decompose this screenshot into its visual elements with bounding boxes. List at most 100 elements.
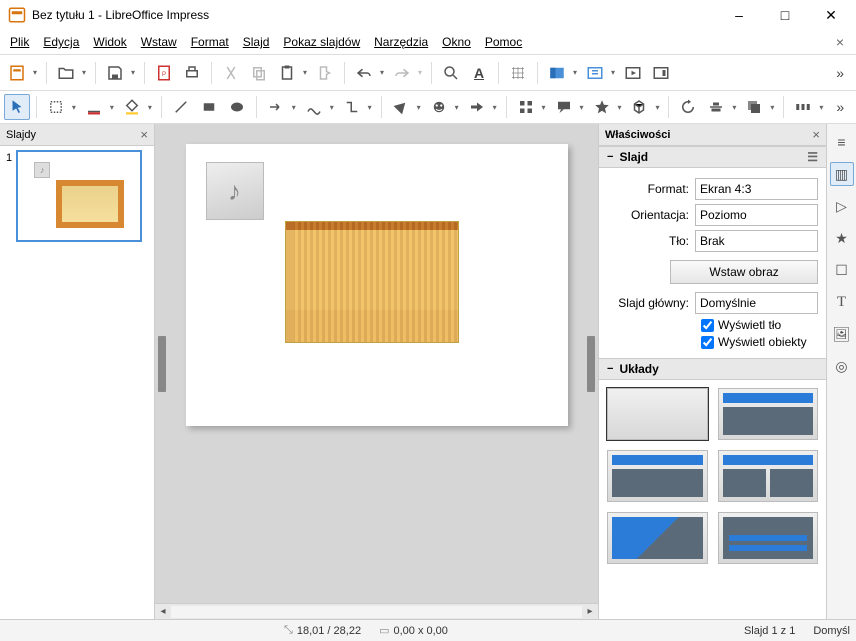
find-button[interactable] (438, 60, 464, 86)
rail-animation-icon[interactable]: ★ (830, 226, 854, 250)
menu-view[interactable]: Widok (87, 33, 132, 51)
menu-edit[interactable]: Edycja (37, 33, 85, 51)
close-button[interactable]: ✕ (808, 0, 854, 30)
format-select[interactable]: Ekran 4:3 (695, 178, 818, 200)
menu-help[interactable]: Pomoc (479, 33, 528, 51)
section-slide-header[interactable]: − Slajd ☰ (599, 146, 826, 168)
start-from-current-button[interactable] (648, 60, 674, 86)
zoom-tool[interactable]: ▾ (43, 94, 79, 120)
section-layouts-header[interactable]: − Układy (599, 358, 826, 380)
distribute-tool[interactable]: ▾ (790, 94, 826, 120)
svg-text:P: P (162, 72, 166, 78)
insert-image-button[interactable]: Wstaw obraz (670, 260, 818, 284)
menu-slideshow[interactable]: Pokaz slajdów (277, 33, 366, 51)
menu-format[interactable]: Format (185, 33, 235, 51)
toolbar-more[interactable]: » (828, 61, 852, 85)
slides-panel-header: Slajdy × (0, 124, 154, 146)
show-objects-checkbox[interactable] (701, 336, 714, 349)
print-button[interactable] (179, 60, 205, 86)
rotate-tool[interactable] (675, 94, 701, 120)
arrange-tool[interactable]: ▾ (741, 94, 777, 120)
callout-tool[interactable]: ▾ (551, 94, 587, 120)
menu-file[interactable]: Plik (4, 33, 35, 51)
layout-blank[interactable] (607, 388, 708, 440)
curve-tool[interactable]: ▾ (301, 94, 337, 120)
layout-centered[interactable] (718, 512, 819, 564)
slide-canvas[interactable]: ♪ (186, 144, 568, 426)
paste-button[interactable]: ▾ (274, 60, 310, 86)
rect-tool[interactable] (196, 94, 222, 120)
properties-panel: Właściwości × − Slajd ☰ Format: Ekran 4:… (598, 124, 826, 619)
scroll-left-arrow[interactable]: ◂ (155, 606, 171, 617)
rail-slide-transition-icon[interactable]: ▷ (830, 194, 854, 218)
rail-navigator-icon[interactable]: ◎ (830, 354, 854, 378)
properties-panel-close[interactable]: × (812, 127, 820, 142)
align-tool[interactable]: ▾ (703, 94, 739, 120)
rail-properties-icon[interactable]: ▥ (830, 162, 854, 186)
scroll-right-arrow[interactable]: ▸ (582, 606, 598, 617)
arrow-tool[interactable]: ▾ (263, 94, 299, 120)
slide-thumbnail[interactable]: ♪ (16, 150, 142, 242)
menu-close-doc[interactable]: × (828, 32, 852, 52)
menu-tools[interactable]: Narzędzia (368, 33, 434, 51)
undo-button[interactable]: ▾ (351, 60, 387, 86)
layout-title-diag[interactable] (607, 512, 708, 564)
layout-title-only[interactable] (607, 450, 708, 502)
gutter-right[interactable] (584, 124, 598, 603)
master-slide-button[interactable]: ▾ (582, 60, 618, 86)
rail-master-icon[interactable]: ☐ (830, 258, 854, 282)
section-menu-icon[interactable]: ☰ (807, 150, 818, 164)
h-scrollbar[interactable]: ◂ ▸ (155, 603, 598, 619)
export-pdf-button[interactable]: P (151, 60, 177, 86)
window-title: Bez tytułu 1 - LibreOffice Impress (32, 8, 716, 22)
statusbar: 18,01 / 28,22 0,00 x 0,00 Slajd 1 z 1 Do… (0, 619, 856, 641)
line-color-button[interactable]: ▾ (81, 94, 117, 120)
start-slideshow-button[interactable] (620, 60, 646, 86)
redo-button[interactable]: ▾ (389, 60, 425, 86)
properties-title: Właściwości (605, 129, 670, 141)
save-button[interactable]: ▾ (102, 60, 138, 86)
symbol-shapes-tool[interactable]: ▾ (426, 94, 462, 120)
line-tool[interactable] (168, 94, 194, 120)
collapse-icon: − (607, 363, 613, 375)
rail-gallery-icon[interactable]: 🖼 (830, 322, 854, 346)
toolbar-drawing-more[interactable]: » (828, 95, 852, 119)
background-select[interactable]: Brak (695, 230, 818, 252)
slides-panel-close[interactable]: × (140, 127, 148, 142)
grid-button[interactable] (505, 60, 531, 86)
open-button[interactable]: ▾ (53, 60, 89, 86)
maximize-button[interactable]: □ (762, 0, 808, 30)
new-button[interactable]: ▾ (4, 60, 40, 86)
copy-button[interactable] (246, 60, 272, 86)
select-tool[interactable] (4, 94, 30, 120)
display-views-button[interactable]: ▾ (544, 60, 580, 86)
clone-formatting-button[interactable] (312, 60, 338, 86)
rail-sidebar-settings[interactable]: ≡ (830, 130, 854, 154)
stars-tool[interactable]: ▾ (589, 94, 625, 120)
spellcheck-button[interactable]: A (466, 60, 492, 86)
block-arrows-tool[interactable]: ▾ (464, 94, 500, 120)
gutter-left[interactable] (155, 124, 169, 603)
flowchart-tool[interactable]: ▾ (513, 94, 549, 120)
menu-window[interactable]: Okno (436, 33, 477, 51)
layout-two-content[interactable] (718, 450, 819, 502)
connector-tool[interactable]: ▾ (339, 94, 375, 120)
cut-button[interactable] (218, 60, 244, 86)
image-object[interactable] (286, 222, 458, 342)
minimize-button[interactable]: – (716, 0, 762, 30)
fill-color-button[interactable]: ▾ (119, 94, 155, 120)
canvas-scroll[interactable]: ♪ (169, 124, 584, 603)
toolbar-drawing: ▾ ▾ ▾ ▾ ▾ ▾ ▾ ▾ ▾ ▾ ▾ ▾ ▾ ▾ ▾ ▾ » (0, 90, 856, 124)
basic-shapes-tool[interactable]: ▾ (388, 94, 424, 120)
ellipse-tool[interactable] (224, 94, 250, 120)
slide-thumb-1[interactable]: 1 ♪ (4, 150, 150, 242)
3d-tool[interactable]: ▾ (627, 94, 663, 120)
menu-slide[interactable]: Slajd (237, 33, 276, 51)
menu-insert[interactable]: Wstaw (135, 33, 183, 51)
audio-object[interactable]: ♪ (206, 162, 264, 220)
rail-styles-icon[interactable]: T (830, 290, 854, 314)
show-bg-checkbox[interactable] (701, 319, 714, 332)
orientation-select[interactable]: Poziomo (695, 204, 818, 226)
master-select[interactable]: Domyślnie (695, 292, 818, 314)
layout-title-content[interactable] (718, 388, 819, 440)
